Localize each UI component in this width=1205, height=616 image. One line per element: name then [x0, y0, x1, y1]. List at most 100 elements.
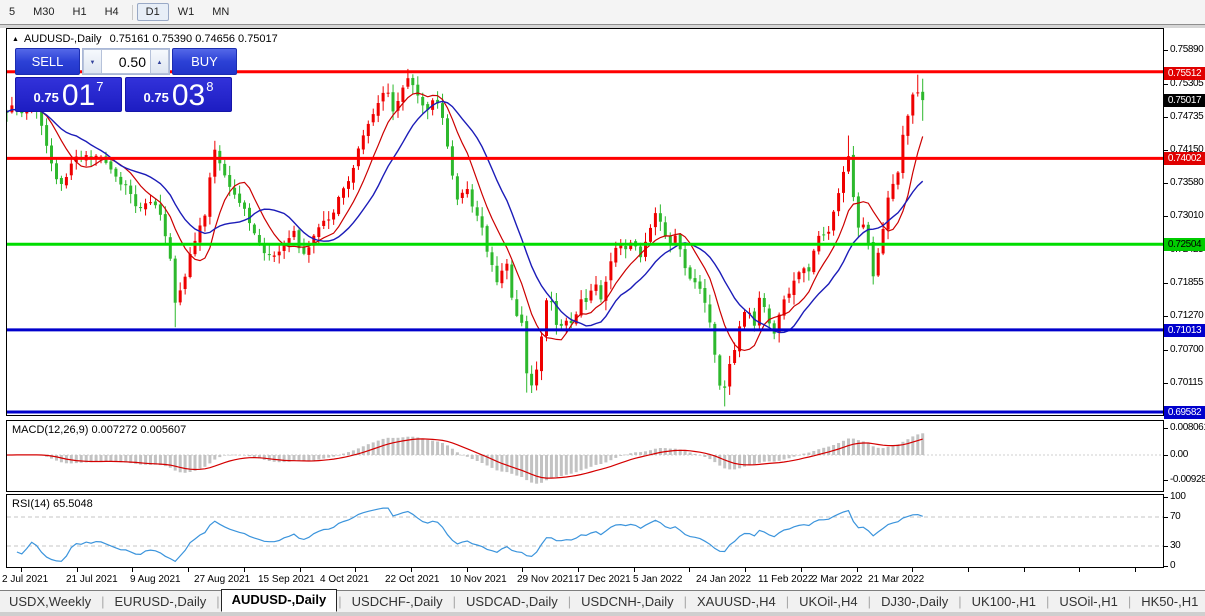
date-tick-label: 15 Sep 2021	[258, 574, 315, 585]
indicator-tick-mark	[1164, 566, 1168, 567]
timeframe-button-m30[interactable]: M30	[24, 3, 63, 21]
date-tick-mark	[912, 568, 913, 572]
chart-tab-usdcnh--daily[interactable]: USDCNH-,Daily	[572, 592, 682, 611]
sell-price-display[interactable]: 0.75 01 7	[15, 77, 122, 112]
chart-tab-usdchf--daily[interactable]: USDCHF-,Daily	[343, 592, 452, 611]
tab-separator: |	[785, 594, 790, 609]
volume-spinner: ▼ 0.50 ▲	[82, 48, 170, 75]
chart-tab-dj30--daily[interactable]: DJ30-,Daily	[872, 592, 957, 611]
date-tick-mark	[132, 568, 133, 572]
chart-tab-xauusd--h4[interactable]: XAUUSD-,H4	[688, 592, 785, 611]
date-tick-mark	[801, 568, 802, 572]
trade-prices-row: 0.75 01 7 0.75 03 8	[15, 77, 237, 112]
indicator-tick-mark	[1164, 480, 1168, 481]
buy-price-display[interactable]: 0.75 03 8	[125, 77, 232, 112]
date-tick-label: 4 Oct 2021	[320, 574, 369, 585]
tab-separator: |	[1127, 594, 1132, 609]
date-tick-mark	[1079, 568, 1080, 572]
buy-price-point: 8	[206, 79, 214, 94]
date-tick-mark	[21, 568, 22, 572]
date-tick-label: 9 Aug 2021	[130, 574, 181, 585]
date-tick-mark	[411, 568, 412, 572]
date-tick-mark	[355, 568, 356, 572]
price-tick-mark	[1164, 283, 1168, 284]
rsi-indicator-panel: RSI(14) 65.5048	[6, 494, 1164, 568]
indicator-tick-mark	[1164, 497, 1168, 498]
date-tick-label: 10 Nov 2021	[450, 574, 507, 585]
sell-price-major: 0.75	[33, 90, 59, 105]
price-tick-label: 0.71855	[1170, 277, 1204, 288]
macd-indicator-panel: MACD(12,26,9) 0.007272 0.005607	[6, 420, 1164, 492]
one-click-trading-panel: SELL ▼ 0.50 ▲ BUY 0.75 01 7 0.75 03 8	[15, 48, 237, 112]
chart-tab-eurusd--daily[interactable]: EURUSD-,Daily	[106, 592, 216, 611]
chart-tab-hk50--h1[interactable]: HK50-,H1	[1132, 592, 1205, 611]
timeframe-button-mn[interactable]: MN	[203, 3, 238, 21]
chart-tab-ukoil--h4[interactable]: UKOil-,H4	[790, 592, 867, 611]
indicator-tick-label: 0	[1170, 560, 1176, 571]
collapse-triangle-icon[interactable]: ▲	[12, 36, 19, 43]
indicator-tick-mark	[1164, 546, 1168, 547]
date-tick-label: 27 Aug 2021	[194, 574, 251, 585]
timeframe-toolbar: 5 M30 H1 H4 D1 W1 MN	[0, 0, 1205, 25]
buy-price-major: 0.75	[143, 90, 169, 105]
chart-tab-usoil--h1[interactable]: USOil-,H1	[1050, 592, 1127, 611]
date-tick-label: 11 Feb 2022	[758, 574, 814, 585]
horizontal-level-lines	[7, 70, 1163, 414]
volume-input[interactable]: 0.50	[102, 49, 150, 74]
timeframe-button-h4[interactable]: H4	[96, 3, 128, 21]
volume-increase-button[interactable]: ▲	[150, 49, 169, 74]
sell-button[interactable]: SELL	[15, 48, 80, 75]
chart-tabs-bar: USDX,Weekly | EURUSD-,Daily | AUDUSD-,Daily |…	[0, 589, 1205, 612]
date-tick-mark	[857, 568, 858, 572]
buy-button[interactable]: BUY	[172, 48, 237, 75]
rsi-label: RSI(14) 65.5048	[12, 498, 93, 510]
date-tick-mark	[1024, 568, 1025, 572]
chart-tab-uk100--h1[interactable]: UK100-,H1	[963, 592, 1045, 611]
chart-tab-audusd--daily[interactable]: AUDUSD-,Daily	[220, 589, 338, 612]
indicator-tick-label: 100	[1170, 491, 1186, 502]
trading-platform-window: 5 M30 H1 H4 D1 W1 MN ▲ AUDUSD-,Daily 0.75161 0…	[0, 0, 1205, 616]
date-tick-label: 17 Dec 2021	[574, 574, 631, 585]
buy-price-pips: 03	[171, 79, 206, 112]
tab-separator: |	[338, 594, 342, 609]
date-tick-mark	[578, 568, 579, 572]
chart-tab-usdcad--daily[interactable]: USDCAD-,Daily	[457, 592, 567, 611]
price-level-badge: 0.75017	[1164, 94, 1205, 107]
timeframe-button-w1[interactable]: W1	[169, 3, 204, 21]
chevron-up-icon: ▲	[156, 60, 163, 66]
tab-separator: |	[216, 594, 220, 609]
symbol-period-label: AUDUSD-,Daily	[23, 33, 102, 45]
toolbar-separator	[131, 4, 133, 20]
price-tick-label: 0.71270	[1170, 310, 1204, 321]
indicator-tick-label: -0.00928	[1170, 474, 1205, 485]
date-axis: 2 Jul 2021 21 Jul 2021 9 Aug 2021 27 Aug 20…	[0, 568, 1205, 590]
rsi-chart	[7, 507, 1163, 563]
sell-price-point: 7	[96, 79, 104, 94]
price-tick-mark	[1164, 216, 1168, 217]
date-tick-label: 2 Jul 2021	[2, 574, 49, 585]
chart-title: ▲ AUDUSD-,Daily 0.75161 0.75390 0.74656 …	[12, 33, 278, 45]
sell-price-pips: 01	[61, 79, 96, 112]
price-axis: 0.75890 0.75305 0.74735 0.74150 0.73580 0.730…	[1164, 25, 1205, 576]
price-level-badge: 0.71013	[1164, 324, 1205, 337]
volume-decrease-button[interactable]: ▼	[83, 49, 102, 74]
indicator-tick-mark	[1164, 428, 1168, 429]
timeframe-button-h1[interactable]: H1	[64, 3, 96, 21]
macd-histogram	[7, 433, 925, 484]
price-level-badge: 0.74002	[1164, 152, 1205, 165]
timeframe-button-5[interactable]: 5	[0, 3, 24, 21]
ohlc-values: 0.75161 0.75390 0.74656 0.75017	[109, 33, 278, 45]
date-tick-label: 21 Jul 2021	[66, 574, 118, 585]
date-tick-label: 22 Oct 2021	[385, 574, 440, 585]
date-tick-label: 29 Nov 2021	[517, 574, 574, 585]
price-tick-label: 0.75890	[1170, 44, 1204, 55]
tab-separator: |	[101, 594, 105, 609]
ma-slow-line	[7, 100, 924, 334]
date-tick-mark	[634, 568, 635, 572]
indicator-tick-mark	[1164, 455, 1168, 456]
timeframe-button-d1[interactable]: D1	[136, 3, 169, 21]
chart-tab-usdx-weekly[interactable]: USDX,Weekly	[0, 592, 100, 611]
date-tick-mark	[244, 568, 245, 572]
price-tick-label: 0.73010	[1170, 210, 1204, 221]
price-tick-mark	[1164, 84, 1168, 85]
